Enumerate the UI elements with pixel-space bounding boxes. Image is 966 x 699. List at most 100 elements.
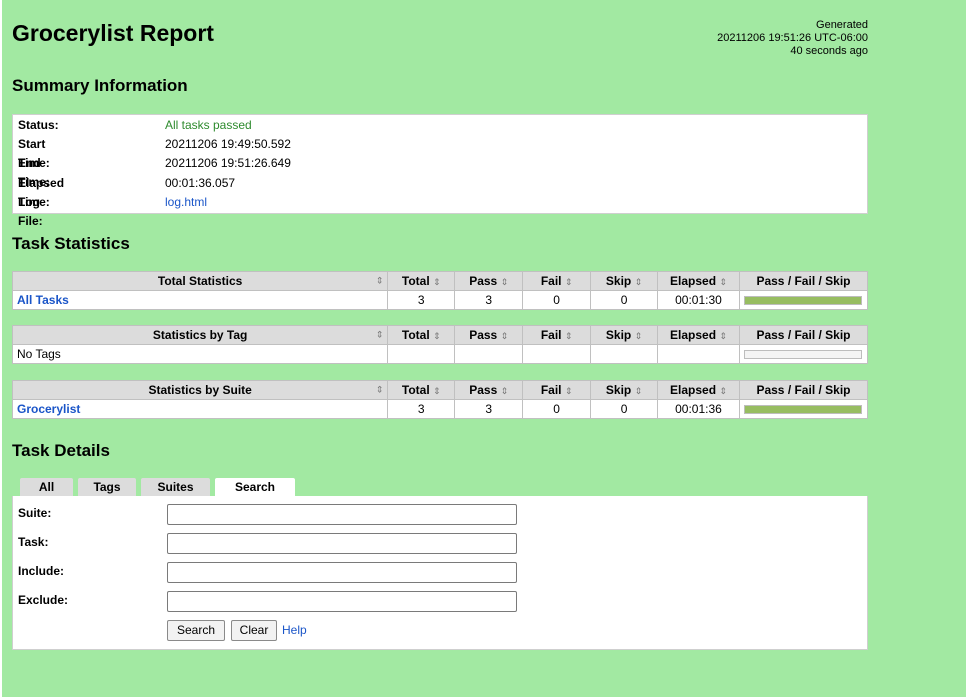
table-row: No Tags	[11, 344, 869, 364]
stat-elapsed: 00:01:36	[657, 399, 740, 419]
tag-statistics-table: Statistics by Tag ⇕ Total ⇕ Pass ⇕ Fail ⇕…	[11, 325, 869, 364]
column-header-graph: Pass / Fail / Skip	[738, 271, 869, 291]
pass-fail-skip-bar	[744, 349, 863, 359]
status-label: Status:	[18, 118, 59, 132]
include-label: Include:	[18, 564, 65, 578]
sort-icon: ⇕	[375, 384, 384, 395]
sort-icon: ⇕	[719, 331, 727, 341]
summary-table: Status: All tasks passed Start Time: 202…	[12, 114, 868, 228]
column-header-skip[interactable]: Skip ⇕	[590, 380, 659, 400]
task-label: Task:	[18, 535, 49, 549]
column-header-pass[interactable]: Pass ⇕	[454, 271, 524, 291]
stat-pass	[454, 344, 524, 364]
help-link[interactable]: Help	[282, 623, 307, 637]
pass-bar-fill	[745, 405, 862, 413]
status-value: All tasks passed	[165, 118, 252, 132]
stat-graph	[738, 399, 869, 419]
column-header-name[interactable]: Statistics by Tag ⇕	[11, 325, 389, 345]
sort-icon: ⇕	[375, 329, 384, 340]
stat-pass: 3	[454, 290, 524, 310]
column-header-total[interactable]: Total ⇕	[387, 380, 456, 400]
column-header-pass[interactable]: Pass ⇕	[454, 380, 524, 400]
generated-ago: 40 seconds ago	[790, 45, 868, 57]
generated-timestamp: 20211206 19:51:26 UTC-06:00	[717, 32, 868, 44]
stat-skip: 0	[590, 290, 658, 310]
sort-icon: ⇕	[564, 331, 573, 341]
total-statistics-table: Total Statistics ⇕ Total ⇕ Pass ⇕ Fail ⇕ …	[11, 271, 869, 310]
search-button[interactable]: Search	[167, 620, 225, 641]
sort-icon: ⇕	[433, 386, 441, 396]
sort-icon: ⇕	[500, 331, 509, 341]
stat-graph	[738, 290, 869, 310]
sort-icon: ⇕	[634, 277, 643, 287]
column-header-elapsed[interactable]: Elapsed ⇕	[657, 325, 740, 345]
column-header-total[interactable]: Total ⇕	[387, 271, 456, 291]
pass-fail-skip-bar	[744, 404, 863, 414]
column-header-elapsed[interactable]: Elapsed ⇕	[657, 271, 740, 291]
stat-total: 3	[387, 399, 456, 419]
stat-total: 3	[387, 290, 456, 310]
clear-button[interactable]: Clear	[231, 620, 277, 641]
elapsed-time-value: 00:01:36.057	[165, 176, 236, 190]
end-time-value: 20211206 19:51:26.649	[165, 156, 291, 170]
page-title: Grocerylist Report	[12, 20, 214, 46]
stat-elapsed	[657, 344, 740, 364]
column-header-fail[interactable]: Fail ⇕	[522, 271, 592, 291]
stat-fail	[522, 344, 592, 364]
column-header-total[interactable]: Total ⇕	[387, 325, 456, 345]
sort-icon: ⇕	[634, 331, 643, 341]
stat-name-cell[interactable]: Grocerylist	[11, 399, 389, 419]
tab-all[interactable]: All	[20, 478, 73, 496]
column-header-skip[interactable]: Skip ⇕	[590, 325, 658, 345]
exclude-label: Exclude:	[18, 593, 69, 607]
stat-fail: 0	[522, 399, 592, 419]
suite-input[interactable]	[167, 504, 517, 525]
stat-name-cell: No Tags	[11, 344, 389, 364]
stat-fail: 0	[522, 290, 592, 310]
column-header-name[interactable]: Statistics by Suite ⇕	[11, 380, 389, 400]
start-time-value: 20211206 19:49:50.592	[165, 137, 291, 151]
sort-icon: ⇕	[564, 277, 573, 287]
column-header-skip[interactable]: Skip ⇕	[590, 271, 658, 291]
exclude-input[interactable]	[167, 591, 517, 612]
all-tasks-link[interactable]: All Tasks	[17, 293, 69, 307]
column-header-elapsed[interactable]: Elapsed ⇕	[657, 380, 740, 400]
stat-skip	[590, 344, 658, 364]
stat-graph	[738, 344, 869, 364]
tab-search[interactable]: Search	[215, 478, 295, 497]
include-input[interactable]	[167, 562, 517, 583]
sort-icon: ⇕	[719, 277, 727, 287]
stat-pass: 3	[454, 399, 524, 419]
search-actions: Search Clear Help	[167, 620, 367, 642]
details-heading: Task Details	[12, 441, 110, 460]
pass-fail-skip-bar	[744, 295, 863, 305]
log-file-link[interactable]: log.html	[165, 193, 207, 212]
column-header-graph: Pass / Fail / Skip	[738, 325, 869, 345]
column-header-pass[interactable]: Pass ⇕	[454, 325, 524, 345]
search-panel: Suite: Task: Include: Exclude: Search Cl…	[12, 496, 868, 650]
task-input[interactable]	[167, 533, 517, 554]
column-header-fail[interactable]: Fail ⇕	[522, 325, 592, 345]
table-row: Grocerylist 3 3 0 0 00:01:36	[11, 399, 869, 419]
tab-suites[interactable]: Suites	[141, 478, 210, 496]
stat-name-cell[interactable]: All Tasks	[11, 290, 389, 310]
sort-icon: ⇕	[433, 331, 441, 341]
sort-icon: ⇕	[564, 386, 573, 396]
table-row: All Tasks 3 3 0 0 00:01:30	[11, 290, 869, 310]
tab-tags[interactable]: Tags	[78, 478, 136, 496]
column-header-fail[interactable]: Fail ⇕	[522, 380, 592, 400]
generated-label: Generated	[816, 19, 868, 31]
column-header-name[interactable]: Total Statistics ⇕	[11, 271, 389, 291]
report-page: Grocerylist Report Generated 20211206 19…	[2, 0, 966, 697]
statistics-heading: Task Statistics	[12, 234, 130, 253]
suite-label: Suite:	[18, 506, 52, 520]
stat-skip: 0	[590, 399, 659, 419]
log-file-label: Log File:	[18, 195, 43, 228]
generated-info: Generated 20211206 19:51:26 UTC-06:00 40…	[717, 19, 868, 58]
stat-total	[387, 344, 456, 364]
summary-heading: Summary Information	[12, 76, 188, 95]
sort-icon: ⇕	[634, 386, 643, 396]
suite-statistics-table: Statistics by Suite ⇕ Total ⇕ Pass ⇕ Fail…	[11, 380, 869, 419]
stat-elapsed: 00:01:30	[657, 290, 740, 310]
grocerylist-suite-link[interactable]: Grocerylist	[17, 402, 80, 416]
